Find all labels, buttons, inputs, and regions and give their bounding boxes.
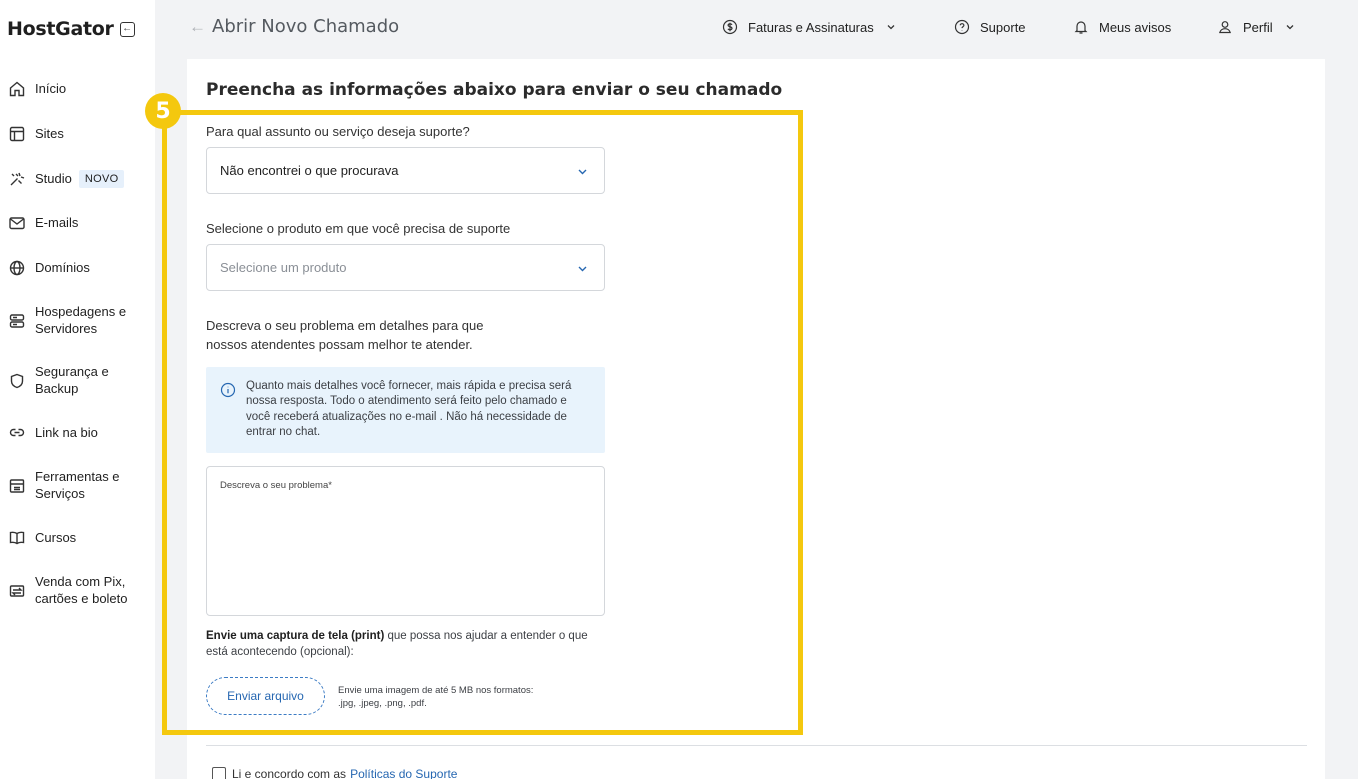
sidebar-item-hospedagens[interactable]: Hospedagens e Servidores — [8, 303, 126, 337]
sidebar-item-studio[interactable]: Studio NOVO — [8, 170, 125, 188]
menu-label: Suporte — [980, 19, 1026, 35]
sidebar-item-label: Link na bio — [35, 425, 98, 440]
globe-icon — [8, 259, 26, 277]
sidebar-item-label: Sites — [35, 126, 64, 141]
sidebar-item-label: Segurança e Backup — [35, 364, 109, 396]
sidebar-item-dominios[interactable]: Domínios — [8, 259, 90, 277]
studio-icon — [8, 170, 26, 188]
dollar-circle-icon — [722, 19, 738, 35]
menu-perfil[interactable]: Perfil — [1217, 19, 1305, 35]
bell-icon — [1074, 21, 1088, 34]
sidebar-item-label: Studio — [35, 171, 72, 186]
sidebar-item-seguranca[interactable]: Segurança e Backup — [8, 363, 109, 397]
sidebar-item-emails[interactable]: E-mails — [8, 214, 78, 232]
back-arrow-icon[interactable]: ← — [189, 17, 206, 37]
sidebar-item-sites[interactable]: Sites — [8, 125, 64, 143]
sidebar-item-ferramentas[interactable]: Ferramentas e Serviços — [8, 468, 120, 502]
menu-label: Perfil — [1243, 19, 1273, 35]
form-heading: Preencha as informações abaixo para envi… — [206, 80, 783, 100]
new-badge: NOVO — [78, 170, 125, 188]
menu-faturas[interactable]: Faturas e Assinaturas — [722, 19, 906, 35]
agree-text: Li e concordo com as — [232, 767, 347, 779]
sidebar: HostGator ← Início Sites Studio NOVO E-m… — [0, 0, 155, 779]
brand-logo[interactable]: HostGator ← — [7, 18, 135, 40]
menu-label: Meus avisos — [1099, 19, 1172, 35]
sidebar-item-label: Cursos — [35, 530, 77, 545]
agree-checkbox[interactable] — [212, 767, 226, 779]
menu-label: Faturas e Assinaturas — [748, 19, 874, 35]
top-bar: ← Abrir Novo Chamado Faturas e Assinatur… — [155, 0, 1358, 56]
server-icon — [8, 312, 26, 330]
exchange-icon — [8, 582, 26, 600]
chevron-down-icon — [887, 25, 895, 30]
chevron-down-icon — [1286, 25, 1294, 30]
sidebar-item-label: Venda com Pix, cartões e boleto — [35, 574, 128, 606]
brand-name: HostGator — [7, 18, 114, 40]
book-icon — [8, 529, 26, 547]
layout-icon — [8, 125, 26, 143]
page-title: Abrir Novo Chamado — [212, 16, 400, 37]
link-icon — [8, 424, 26, 442]
divider — [206, 745, 1307, 746]
sidebar-item-link-na-bio[interactable]: Link na bio — [8, 424, 98, 442]
support-policy-link[interactable]: Políticas do Suporte — [350, 767, 457, 779]
sidebar-item-label: E-mails — [35, 215, 79, 230]
step-number-badge: 5 — [145, 93, 181, 129]
shield-icon — [8, 372, 26, 390]
sidebar-item-label: Domínios — [35, 260, 90, 275]
help-circle-icon — [954, 19, 970, 35]
sidebar-item-inicio[interactable]: Início — [8, 80, 66, 98]
menu-suporte[interactable]: Suporte — [954, 19, 1026, 35]
menu-meus-avisos[interactable]: Meus avisos — [1073, 19, 1171, 35]
collapse-sidebar-icon[interactable]: ← — [119, 21, 135, 37]
tools-icon — [8, 477, 26, 495]
home-icon — [8, 80, 26, 98]
sidebar-item-venda-pix[interactable]: Venda com Pix, cartões e boleto — [8, 573, 128, 607]
sidebar-item-cursos[interactable]: Cursos — [8, 529, 76, 547]
step-highlight-frame — [162, 110, 803, 735]
agree-terms: Li e concordo com as Políticas do Suport… — [212, 767, 457, 779]
user-icon — [1219, 21, 1231, 34]
sidebar-item-label: Ferramentas e Serviços — [35, 469, 120, 501]
sidebar-item-label: Início — [35, 81, 67, 96]
mail-icon — [8, 214, 26, 232]
sidebar-item-label: Hospedagens e Servidores — [35, 304, 127, 336]
